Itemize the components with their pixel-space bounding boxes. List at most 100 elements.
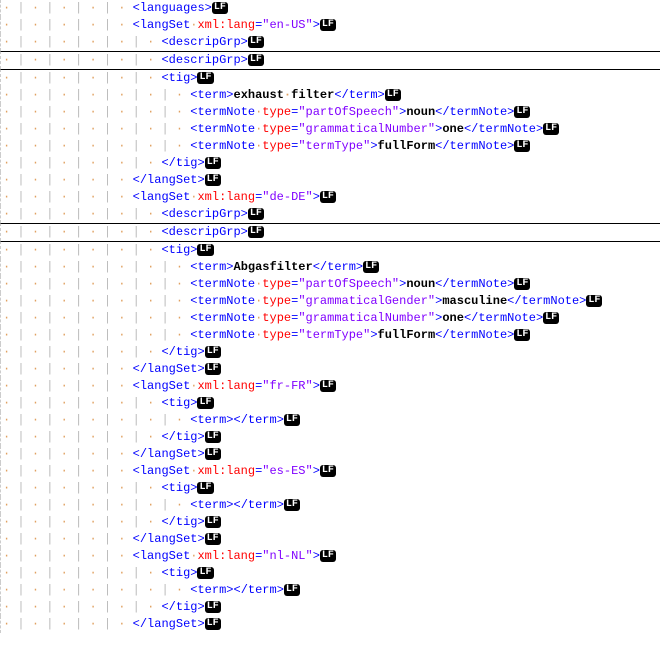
indent-guide: | xyxy=(104,583,111,597)
whitespace-dot: · xyxy=(32,35,46,49)
whitespace-dot: · xyxy=(147,481,161,495)
whitespace-dot: · xyxy=(118,139,132,153)
code-line[interactable]: · | · | · | · | · | · | · <term></term>L… xyxy=(0,582,660,599)
indent-guide: | xyxy=(161,88,168,102)
code-line[interactable]: · | · | · | · | · | · <descripGrp>LF xyxy=(0,206,660,223)
whitespace-dot: · xyxy=(118,447,132,461)
code-line[interactable]: · | · | · | · | · | · | · <termNote·type… xyxy=(0,121,660,138)
whitespace-dot: · xyxy=(61,190,75,204)
whitespace-dot xyxy=(140,88,147,102)
code-line[interactable]: · | · | · | · | · </langSet>LF xyxy=(0,172,660,189)
code-line[interactable]: · | · | · | · | · | · | · <term>exhaust·… xyxy=(0,87,660,104)
whitespace-dot: · xyxy=(147,345,161,359)
whitespace-dot: · xyxy=(118,532,132,546)
code-line[interactable]: · | · | · | · | · | · <tig>LF xyxy=(0,241,660,259)
indent-guide: | xyxy=(104,173,111,187)
code-line[interactable]: · | · | · | · | · <languages>LF xyxy=(0,0,660,17)
whitespace-dot: · xyxy=(147,498,161,512)
code-line[interactable]: · | · | · | · | · | · <tig>LF xyxy=(0,69,660,87)
code-line[interactable]: · | · | · | · | · | · </tig>LF xyxy=(0,514,660,531)
whitespace-dot: · xyxy=(147,105,161,119)
code-line[interactable]: · | · | · | · | · </langSet>LF xyxy=(0,446,660,463)
xml-editor-view[interactable]: · | · | · | · | · <languages>LF· | · | ·… xyxy=(0,0,660,633)
code-line[interactable]: · | · | · | · | · | · | · <term></term>L… xyxy=(0,412,660,429)
indent-guide: | xyxy=(17,88,24,102)
whitespace-dot xyxy=(53,18,60,32)
code-line[interactable]: · | · | · | · | · <langSet·xml:lang="nl-… xyxy=(0,548,660,565)
code-line[interactable]: · | · | · | · | · | · | · <termNote·type… xyxy=(0,104,660,121)
whitespace-dot: · xyxy=(176,413,190,427)
line-ending-icon: LF xyxy=(543,312,559,324)
whitespace-dot: · xyxy=(61,379,75,393)
code-line[interactable]: · | · | · | · | · <langSet·xml:lang="de-… xyxy=(0,189,660,206)
indent-guide: | xyxy=(104,362,111,376)
whitespace-dot xyxy=(140,396,147,410)
whitespace-dot xyxy=(53,583,60,597)
indent-guide: | xyxy=(161,260,168,274)
code-line[interactable]: · | · | · | · | · | · <descripGrp>LF xyxy=(0,223,660,241)
code-line[interactable]: · | · | · | · | · | · | · <termNote·type… xyxy=(0,310,660,327)
whitespace-dot xyxy=(169,122,176,136)
whitespace-dot xyxy=(25,345,32,359)
code-line[interactable]: · | · | · | · | · | · | · <term>Abgasfil… xyxy=(0,259,660,276)
whitespace-dot xyxy=(25,413,32,427)
whitespace-dot: · xyxy=(3,311,17,325)
indent-guide: | xyxy=(17,311,24,325)
code-line[interactable]: · | · | · | · | · <langSet·xml:lang="fr-… xyxy=(0,378,660,395)
line-ending-icon: LF xyxy=(248,54,264,66)
code-line[interactable]: · | · | · | · | · </langSet>LF xyxy=(0,616,660,633)
code-line[interactable]: · | · | · | · | · | · | · <termNote·type… xyxy=(0,276,660,293)
code-line[interactable]: · | · | · | · | · | · </tig>LF xyxy=(0,155,660,172)
whitespace-dot: · xyxy=(32,532,46,546)
whitespace-dot xyxy=(53,105,60,119)
whitespace-dot: · xyxy=(3,173,17,187)
indent-guide: | xyxy=(17,18,24,32)
whitespace-dot: · xyxy=(3,88,17,102)
whitespace-dot: · xyxy=(176,260,190,274)
whitespace-dot: · xyxy=(32,600,46,614)
xml-tag: </term> xyxy=(334,88,384,102)
xml-attribute-name: type xyxy=(262,105,291,119)
whitespace-dot: · xyxy=(32,498,46,512)
code-line[interactable]: · | · | · | · | · | · <tig>LF xyxy=(0,480,660,497)
code-line[interactable]: · | · | · | · | · | · <descripGrp>LF xyxy=(0,34,660,51)
code-line[interactable]: · | · | · | · | · | · </tig>LF xyxy=(0,599,660,616)
code-line[interactable]: · | · | · | · | · | · </tig>LF xyxy=(0,429,660,446)
code-line[interactable]: · | · | · | · | · </langSet>LF xyxy=(0,361,660,378)
whitespace-dot: · xyxy=(3,294,17,308)
code-line[interactable]: · | · | · | · | · | · | · <termNote·type… xyxy=(0,138,660,155)
code-line[interactable]: · | · | · | · | · | · | · <term></term>L… xyxy=(0,497,660,514)
whitespace-dot: · xyxy=(61,532,75,546)
xml-attribute-value: "termType" xyxy=(298,139,370,153)
whitespace-dot xyxy=(25,243,32,257)
xml-tag: <termNote xyxy=(190,122,255,136)
code-line[interactable]: · | · | · | · | · | · <tig>LF xyxy=(0,565,660,582)
code-line[interactable]: · | · | · | · | · | · <descripGrp>LF xyxy=(0,51,660,69)
code-line[interactable]: · | · | · | · | · <langSet·xml:lang="es-… xyxy=(0,463,660,480)
code-line[interactable]: · | · | · | · | · | · <tig>LF xyxy=(0,395,660,412)
whitespace-dot: · xyxy=(118,583,132,597)
xml-attribute-value: "en-US" xyxy=(262,18,312,32)
code-line[interactable]: · | · | · | · | · | · | · <termNote·type… xyxy=(0,293,660,310)
xml-attribute-name: xml:lang xyxy=(197,379,255,393)
whitespace-dot: · xyxy=(118,122,132,136)
code-line[interactable]: · | · | · | · | · </langSet>LF xyxy=(0,531,660,548)
indent-guide: | xyxy=(133,430,140,444)
indent-guide: | xyxy=(133,413,140,427)
whitespace-dot xyxy=(140,600,147,614)
whitespace-dot: · xyxy=(118,379,132,393)
code-line[interactable]: · | · | · | · | · | · </tig>LF xyxy=(0,344,660,361)
whitespace-dot xyxy=(25,71,32,85)
whitespace-dot: · xyxy=(61,277,75,291)
indent-guide: | xyxy=(104,53,111,67)
whitespace-dot xyxy=(25,515,32,529)
indent-guide: | xyxy=(17,566,24,580)
indent-guide: | xyxy=(17,328,24,342)
code-line[interactable]: · | · | · | · | · | · | · <termNote·type… xyxy=(0,327,660,344)
indent-guide: | xyxy=(104,18,111,32)
whitespace-dot xyxy=(53,430,60,444)
code-line[interactable]: · | · | · | · | · <langSet·xml:lang="en-… xyxy=(0,17,660,34)
whitespace-dot: · xyxy=(61,139,75,153)
whitespace-dot: · xyxy=(32,225,46,239)
whitespace-dot xyxy=(25,549,32,563)
